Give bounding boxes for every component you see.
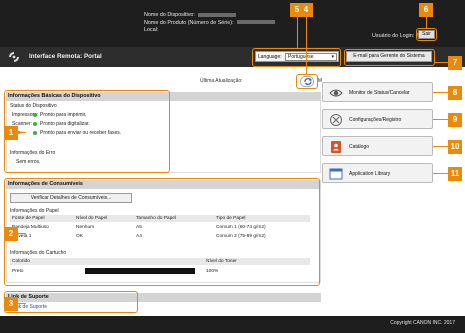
callout-badge: 2 [4, 227, 18, 241]
callout-outline [4, 178, 320, 286]
callout-leader [433, 92, 448, 94]
side-menu-label: Monitor de Status/Cancelar [349, 90, 410, 96]
login-user-label: Usuário do Login: [372, 33, 415, 39]
side-menu-label: Catálogo [349, 144, 370, 150]
callout-outline [4, 90, 170, 173]
status-monitor-button[interactable]: Monitor de Status/Cancelar [322, 82, 433, 102]
address-book-icon [331, 141, 341, 153]
callout-leader [18, 233, 26, 235]
callout-badge: 6 [419, 3, 433, 17]
side-menu-label: Configurações/Registro [349, 117, 402, 123]
callout-badge: 11 [448, 167, 462, 181]
callout-leader [306, 16, 308, 74]
callout-leader [18, 132, 26, 134]
callout-leader [18, 303, 26, 305]
callout-badge: 9 [448, 113, 462, 127]
callout-leader [433, 173, 448, 175]
callout-leader [433, 119, 448, 121]
address-book-button[interactable]: Catálogo [322, 136, 433, 156]
callout-leader [426, 16, 428, 28]
page-title: Interface Remota: Portal [29, 53, 102, 60]
settings-registration-icon [330, 114, 342, 126]
footer: Copyright CANON INC. 2017 [0, 316, 465, 333]
application-library-icon [329, 168, 343, 180]
device-info: Nome do Dispositivo: Nome do Produto (Nú… [144, 12, 275, 35]
status-monitor-icon [329, 89, 343, 97]
side-menu-label: Application Library [349, 171, 391, 177]
callout-badge: 3 [4, 297, 18, 311]
product-name-value-redacted [236, 20, 275, 25]
callout-badge: 1 [4, 126, 18, 140]
copyright-text: Copyright CANON INC. 2017 [390, 320, 455, 326]
location-label: Local: [144, 27, 159, 34]
callout-outline [416, 28, 437, 41]
callout-outline [296, 74, 318, 89]
callout-badge: 5 [290, 3, 304, 17]
callout-badge: 7 [448, 56, 462, 70]
product-name-label: Nome do Produto (Número de Série): [144, 19, 234, 26]
callout-badge: 10 [448, 140, 462, 154]
callout-leader [297, 16, 299, 48]
callout-outline [252, 48, 341, 67]
device-name-label: Nome do Dispositivo: [144, 12, 195, 18]
remote-ui-logo-icon [9, 52, 19, 62]
device-name-value-redacted [197, 12, 236, 17]
callout-outline [344, 49, 435, 66]
callout-badge: 8 [448, 86, 462, 100]
application-library-button[interactable]: Application Library [322, 163, 433, 183]
callout-outline [4, 291, 138, 313]
last-update-label: Última Atualização: [200, 78, 243, 84]
callout-leader [435, 62, 448, 64]
settings-registration-button[interactable]: Configurações/Registro [322, 109, 433, 129]
callout-leader [433, 146, 448, 148]
